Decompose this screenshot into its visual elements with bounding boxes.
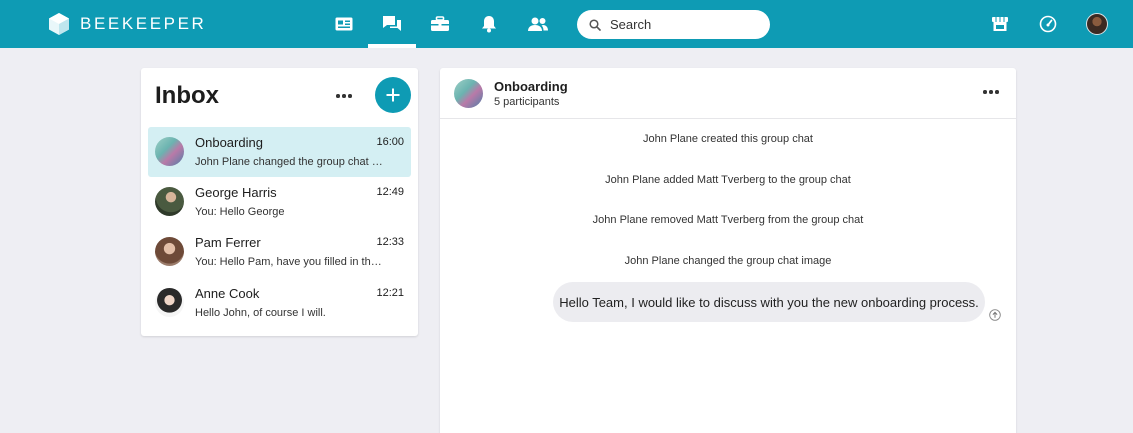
dashboard-icon[interactable] [1036, 12, 1060, 36]
brand-name: BEEKEEPER [80, 14, 207, 33]
chat-title[interactable]: Onboarding [494, 79, 568, 94]
avatar [155, 187, 184, 216]
conversation-time: 12:21 [376, 287, 404, 299]
chat-header: Onboarding 5 participants [440, 68, 1016, 119]
chat-panel: Onboarding 5 participants John Plane cre… [440, 68, 1016, 433]
brand[interactable]: BEEKEEPER [48, 11, 206, 37]
conversation-preview: John Plane changed the group chat image [195, 156, 385, 168]
conversation-name: Pam Ferrer [195, 235, 261, 250]
message-bubble[interactable]: Hello Team, I would like to discuss with… [553, 282, 985, 322]
group-avatar[interactable] [454, 79, 483, 108]
participants-count[interactable]: 5 participants [494, 96, 559, 108]
system-message: John Plane changed the group chat image [624, 255, 832, 267]
group-avatar [155, 137, 184, 166]
store-icon[interactable] [988, 12, 1012, 36]
conversation-name: George Harris [195, 185, 277, 200]
beekeeper-logo-icon [49, 13, 69, 35]
conversation-name: Onboarding [195, 135, 263, 150]
chat-more-icon[interactable] [983, 90, 999, 94]
nav-chat-icon[interactable] [380, 12, 404, 36]
avatar [155, 288, 184, 317]
avatar [155, 237, 184, 266]
system-message: John Plane added Matt Tverberg to the gr… [605, 174, 851, 186]
system-message: John Plane created this group chat [642, 133, 813, 145]
nav-people-icon[interactable] [526, 12, 550, 36]
conversation-item-george-harris[interactable]: George Harris 12:49 You: Hello George [148, 177, 411, 227]
conversation-preview: You: Hello Pam, have you filled in the f… [195, 256, 385, 268]
conversation-time: 12:49 [376, 186, 404, 198]
user-avatar[interactable] [1086, 13, 1108, 35]
inbox-panel: Inbox Onboarding 16:00 John Plane change… [141, 68, 418, 336]
conversation-item-anne-cook[interactable]: Anne Cook 12:21 Hello John, of course I … [148, 278, 411, 328]
search-bar[interactable] [577, 10, 770, 39]
top-navbar: BEEKEEPER [0, 0, 1133, 48]
system-message: John Plane removed Matt Tverberg from th… [592, 214, 864, 226]
new-chat-button[interactable] [375, 77, 411, 113]
inbox-more-icon[interactable] [336, 94, 352, 98]
message-text: Hello Team, I would like to discuss with… [559, 294, 979, 310]
inbox-title: Inbox [155, 82, 219, 109]
conversation-preview: Hello John, of course I will. [195, 307, 326, 319]
search-icon [589, 18, 601, 31]
conversation-item-onboarding[interactable]: Onboarding 16:00 John Plane changed the … [148, 127, 411, 177]
conversation-preview: You: Hello George [195, 206, 285, 218]
conversation-name: Anne Cook [195, 286, 260, 301]
conversation-time: 16:00 [376, 136, 404, 148]
conversation-time: 12:33 [376, 236, 404, 248]
nav-news-icon[interactable] [332, 12, 356, 36]
plus-icon [386, 88, 400, 102]
search-input[interactable] [610, 17, 760, 32]
sent-status-icon [989, 309, 1001, 321]
nav-active-indicator [368, 44, 416, 48]
conversation-item-pam-ferrer[interactable]: Pam Ferrer 12:33 You: Hello Pam, have yo… [148, 227, 411, 277]
nav-bell-icon[interactable] [477, 12, 501, 36]
nav-toolbox-icon[interactable] [428, 12, 452, 36]
